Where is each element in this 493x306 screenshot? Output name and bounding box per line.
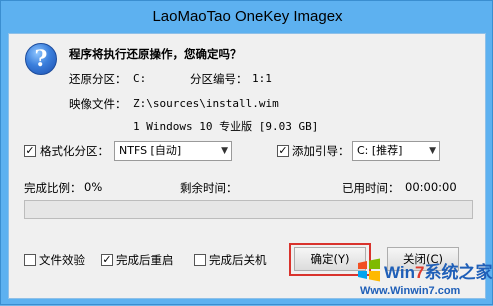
reboot-after-label: 完成后重启 [116,253,174,267]
watermark-brand: Win7系统之家 [384,263,493,282]
partition-number-value: 1:1 [252,72,272,85]
format-partition-label: 格式化分区： [40,144,109,158]
add-boot-label: 添加引导： [292,144,350,158]
add-boot-checkbox[interactable]: ✓ [277,145,289,157]
restore-progress-bar [24,200,473,219]
reboot-after-checkbox[interactable]: ✓ [101,254,113,266]
confirm-question: 程序将执行还原操作，您确定吗？ [69,47,242,61]
partition-number-label: 分区编号： [190,72,248,86]
elapsed-time-label: 已用时间： [342,181,400,195]
site-watermark: Win7系统之家 Www.Winwin7.com [354,254,493,306]
shutdown-after-checkbox[interactable] [194,254,206,266]
dialog-window: LaoMaoTao OneKey Imagex ? 程序将执行还原操作，您确定吗… [0,0,493,305]
image-file-value: Z:\sources\install.wim [133,97,279,110]
remaining-time-label: 剩余时间： [180,181,238,195]
restore-partition-label: 还原分区： [69,72,127,86]
shutdown-after-label: 完成后关机 [209,253,267,267]
format-type-select[interactable]: NTFS [自动] ▼ [114,141,232,161]
format-partition-checkbox[interactable]: ✓ [24,145,36,157]
windows-logo-icon [358,258,380,282]
completed-label: 完成比例： [24,181,82,195]
restore-partition-value: C: [133,72,147,85]
question-icon: ? [25,43,57,75]
chevron-down-icon: ▼ [429,146,436,156]
file-verify-label: 文件效验 [39,253,85,267]
file-verify-checkbox[interactable] [24,254,36,266]
chevron-down-icon: ▼ [221,146,228,156]
boot-partition-select[interactable]: C: [推荐] ▼ [352,141,440,161]
window-title: LaoMaoTao OneKey Imagex [152,8,343,25]
image-file-label: 映像文件： [69,97,127,111]
elapsed-time-value: 00:00:00 [405,180,457,194]
image-index-value: 1 Windows 10 专业版 [9.03 GB] [133,120,319,133]
watermark-url: Www.Winwin7.com [360,285,461,297]
format-type-value: NTFS [自动] [119,144,182,157]
boot-partition-value: C: [推荐] [357,144,403,157]
completed-value: 0% [84,180,103,194]
